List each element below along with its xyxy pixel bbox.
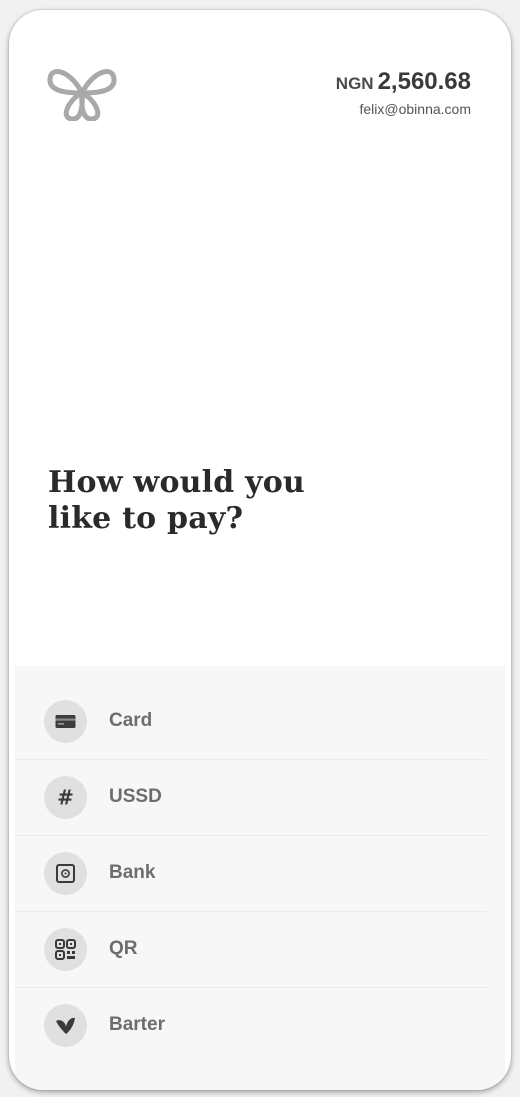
payment-method-label: USSD	[109, 786, 162, 807]
amount-display: NGN 2,560.68	[336, 68, 471, 99]
customer-email: felix@obinna.com	[359, 101, 472, 117]
hash-icon: #	[44, 776, 87, 819]
modal-header: NGN 2,560.68 felix@obinna.com	[9, 10, 511, 140]
payment-method-barter[interactable]: Barter	[15, 988, 487, 1063]
payment-method-bank[interactable]: Bank	[15, 836, 487, 912]
credit-card-icon	[44, 700, 87, 743]
payment-method-label: QR	[109, 938, 138, 959]
butterfly-logo-icon	[47, 69, 117, 121]
payment-method-label: Card	[109, 710, 153, 731]
currency-code: NGN	[335, 74, 374, 93]
amount-value: 2,560.68	[377, 68, 471, 95]
barter-icon	[44, 1004, 87, 1047]
title-line-1: How would you	[48, 465, 305, 500]
amount-summary: NGN 2,560.68 felix@obinna.com	[336, 68, 471, 117]
page-title: How would you like to pay?	[48, 465, 368, 537]
payment-method-label: Bank	[109, 862, 156, 883]
payment-method-ussd[interactable]: # USSD	[15, 760, 487, 836]
title-line-2: like to pay?	[48, 501, 244, 536]
payment-method-card[interactable]: Card	[15, 684, 487, 760]
qr-code-icon	[44, 928, 87, 971]
payment-method-qr[interactable]: QR	[15, 912, 487, 988]
payment-modal: NGN 2,560.68 felix@obinna.com How would y…	[9, 10, 511, 1090]
payment-methods-list: Card # USSD Bank QR Barter	[15, 666, 505, 1090]
payment-method-label: Barter	[109, 1014, 165, 1035]
bank-vault-icon	[44, 852, 87, 895]
svg-text:#: #	[57, 787, 74, 808]
